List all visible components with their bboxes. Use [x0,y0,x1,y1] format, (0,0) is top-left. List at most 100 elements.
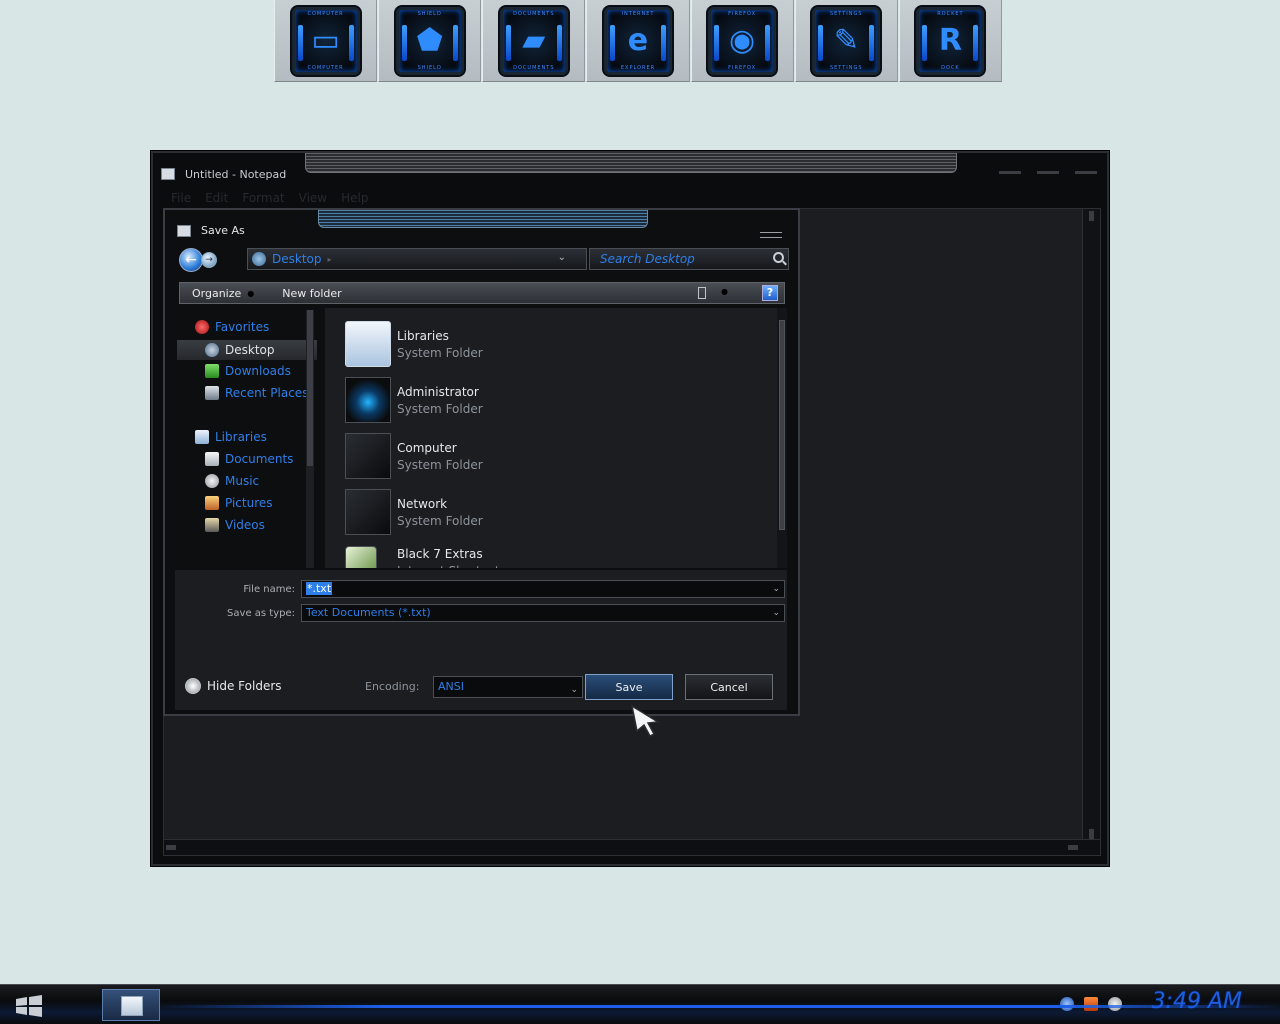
file-name-label: File name: [243,584,295,595]
dock-item-documents[interactable]: DOCUMENTS ▰ DOCUMENTS [482,0,586,82]
nav-label: Desktop [225,343,275,357]
nav-favorites[interactable]: Favorites [195,320,269,334]
help-button[interactable]: ? [762,285,778,301]
nav-libraries[interactable]: Libraries [195,430,267,444]
dock-item-settings[interactable]: SETTINGS ✎ SETTINGS [794,0,898,82]
documents-folder-icon: DOCUMENTS ▰ DOCUMENTS [497,4,570,77]
search-input[interactable]: Search Desktop [589,248,789,270]
notepad-titlebar[interactable]: Untitled - Notepad [161,163,286,185]
notepad-icon [121,996,143,1016]
network-tray-icon[interactable] [1060,997,1074,1011]
dock-item-shield[interactable]: SHIELD ⬟ SHIELD [378,0,482,82]
list-item[interactable]: Libraries System Folder [345,320,483,368]
clock[interactable]: 3:49 AM [1152,989,1242,1014]
nav-pictures[interactable]: Pictures [205,496,273,510]
new-folder-button[interactable]: New folder [282,287,341,300]
downloads-icon [205,364,219,378]
menu-edit[interactable]: Edit [205,191,228,205]
organize-dropdown-icon[interactable]: ● [247,289,254,298]
breadcrumb-separator-icon[interactable]: ▸ [328,255,332,264]
nav-music[interactable]: Music [205,474,259,488]
list-item[interactable]: Computer System Folder [345,432,483,480]
dialog-titlebar[interactable]: Save As [177,224,245,237]
address-bar[interactable]: Desktop ▸ ⌄ ↻ [247,248,602,270]
scrollbar-thumb[interactable] [779,320,785,530]
cancel-button[interactable]: Cancel [685,674,773,700]
menu-format[interactable]: Format [242,191,284,205]
list-item[interactable]: Black 7 Extras Internet Shortcut [345,538,500,568]
scroll-up-arrow[interactable] [1089,211,1094,221]
notepad-icon [161,168,175,180]
menu-help[interactable]: Help [341,191,368,205]
search-icon[interactable] [773,252,784,263]
videos-icon [205,518,219,532]
nav-desktop[interactable]: Desktop [177,340,317,360]
organize-button[interactable]: Organize [192,287,241,300]
menu-view[interactable]: View [299,191,327,205]
taskbar: 3:49 AM [0,984,1280,1024]
chevron-down-icon[interactable]: ⌄ [772,581,780,597]
rocket-icon: ROCKET R DOCK [914,4,987,77]
file-list: Libraries System Folder Administrator Sy… [325,308,777,568]
dock-caption: DOCUMENTS [513,64,555,71]
dialog-title-grip[interactable] [318,210,648,228]
nav-label: Downloads [225,364,291,378]
save-as-type-select[interactable]: Text Documents (*.txt) ⌄ [301,604,785,622]
minimize-button[interactable] [999,171,1021,174]
dock-caption: DOCUMENTS [513,10,555,17]
address-dropdown-icon[interactable]: ⌄ [558,252,566,263]
desktop-icon [205,343,219,357]
dock-caption: COMPUTER [307,64,344,71]
encoding-select[interactable]: ANSI ⌄ [433,676,583,698]
dock-item-internet-explorer[interactable]: INTERNET e EXPLORER [586,0,690,82]
nav-downloads[interactable]: Downloads [205,364,291,378]
nav-recent-places[interactable]: Recent Places [205,386,308,400]
dock-glyph: ▰ [522,23,546,58]
taskbar-notepad-button[interactable] [102,989,160,1021]
start-button[interactable] [8,991,50,1021]
horizontal-scrollbar[interactable] [164,839,1100,855]
menu-file[interactable]: File [171,191,191,205]
dock-item-firefox[interactable]: FIREFOX ◉ FIREFOX [690,0,794,82]
folder-icon [345,321,391,367]
volume-icon[interactable] [1108,997,1122,1011]
nav-videos[interactable]: Videos [205,518,265,532]
view-dropdown-icon[interactable]: ● [721,287,728,296]
close-button[interactable] [1075,171,1097,174]
navigation-scrollbar[interactable] [306,310,314,568]
nav-label: Favorites [215,320,270,334]
hide-folders-button[interactable]: Hide Folders [185,678,282,694]
system-tray [1060,997,1122,1011]
save-button[interactable]: Save [585,674,673,700]
scroll-down-arrow[interactable] [1089,829,1094,839]
change-view-icon[interactable] [698,287,706,299]
libraries-icon [195,430,209,444]
dock-item-computer[interactable]: COMPUTER ▭ COMPUTER [274,0,378,82]
file-list-scrollbar[interactable] [777,308,787,568]
vertical-scrollbar[interactable] [1082,209,1100,841]
dock-caption: SETTINGS [829,10,863,17]
maximize-button[interactable] [1037,171,1059,174]
title-grip[interactable] [305,153,957,173]
windows-logo-icon [16,995,42,1017]
dialog-close-button[interactable] [760,232,782,238]
chevron-down-icon[interactable]: ⌄ [772,605,780,621]
dock-glyph: R [938,23,962,58]
dock-item-rocketdock[interactable]: ROCKET R DOCK [898,0,1002,82]
back-button[interactable]: ← [179,248,203,272]
shield-icon: SHIELD ⬟ SHIELD [393,4,466,77]
file-name-field[interactable]: *.txt ⌄ [301,580,785,598]
list-item[interactable]: Network System Folder [345,488,483,536]
scroll-left-arrow[interactable] [166,845,176,850]
nav-label: Recent Places [225,386,309,400]
nav-documents[interactable]: Documents [205,452,293,466]
action-center-icon[interactable] [1084,997,1098,1011]
scrollbar-thumb[interactable] [307,310,313,466]
file-name-value[interactable]: *.txt [306,582,333,595]
list-item[interactable]: Administrator System Folder [345,376,483,424]
chevron-down-icon[interactable]: ⌄ [570,680,578,700]
scroll-right-arrow[interactable] [1068,845,1078,850]
internet-explorer-icon: INTERNET e EXPLORER [601,4,674,77]
address-text[interactable]: Desktop [272,252,322,266]
forward-button[interactable]: → [201,252,217,268]
